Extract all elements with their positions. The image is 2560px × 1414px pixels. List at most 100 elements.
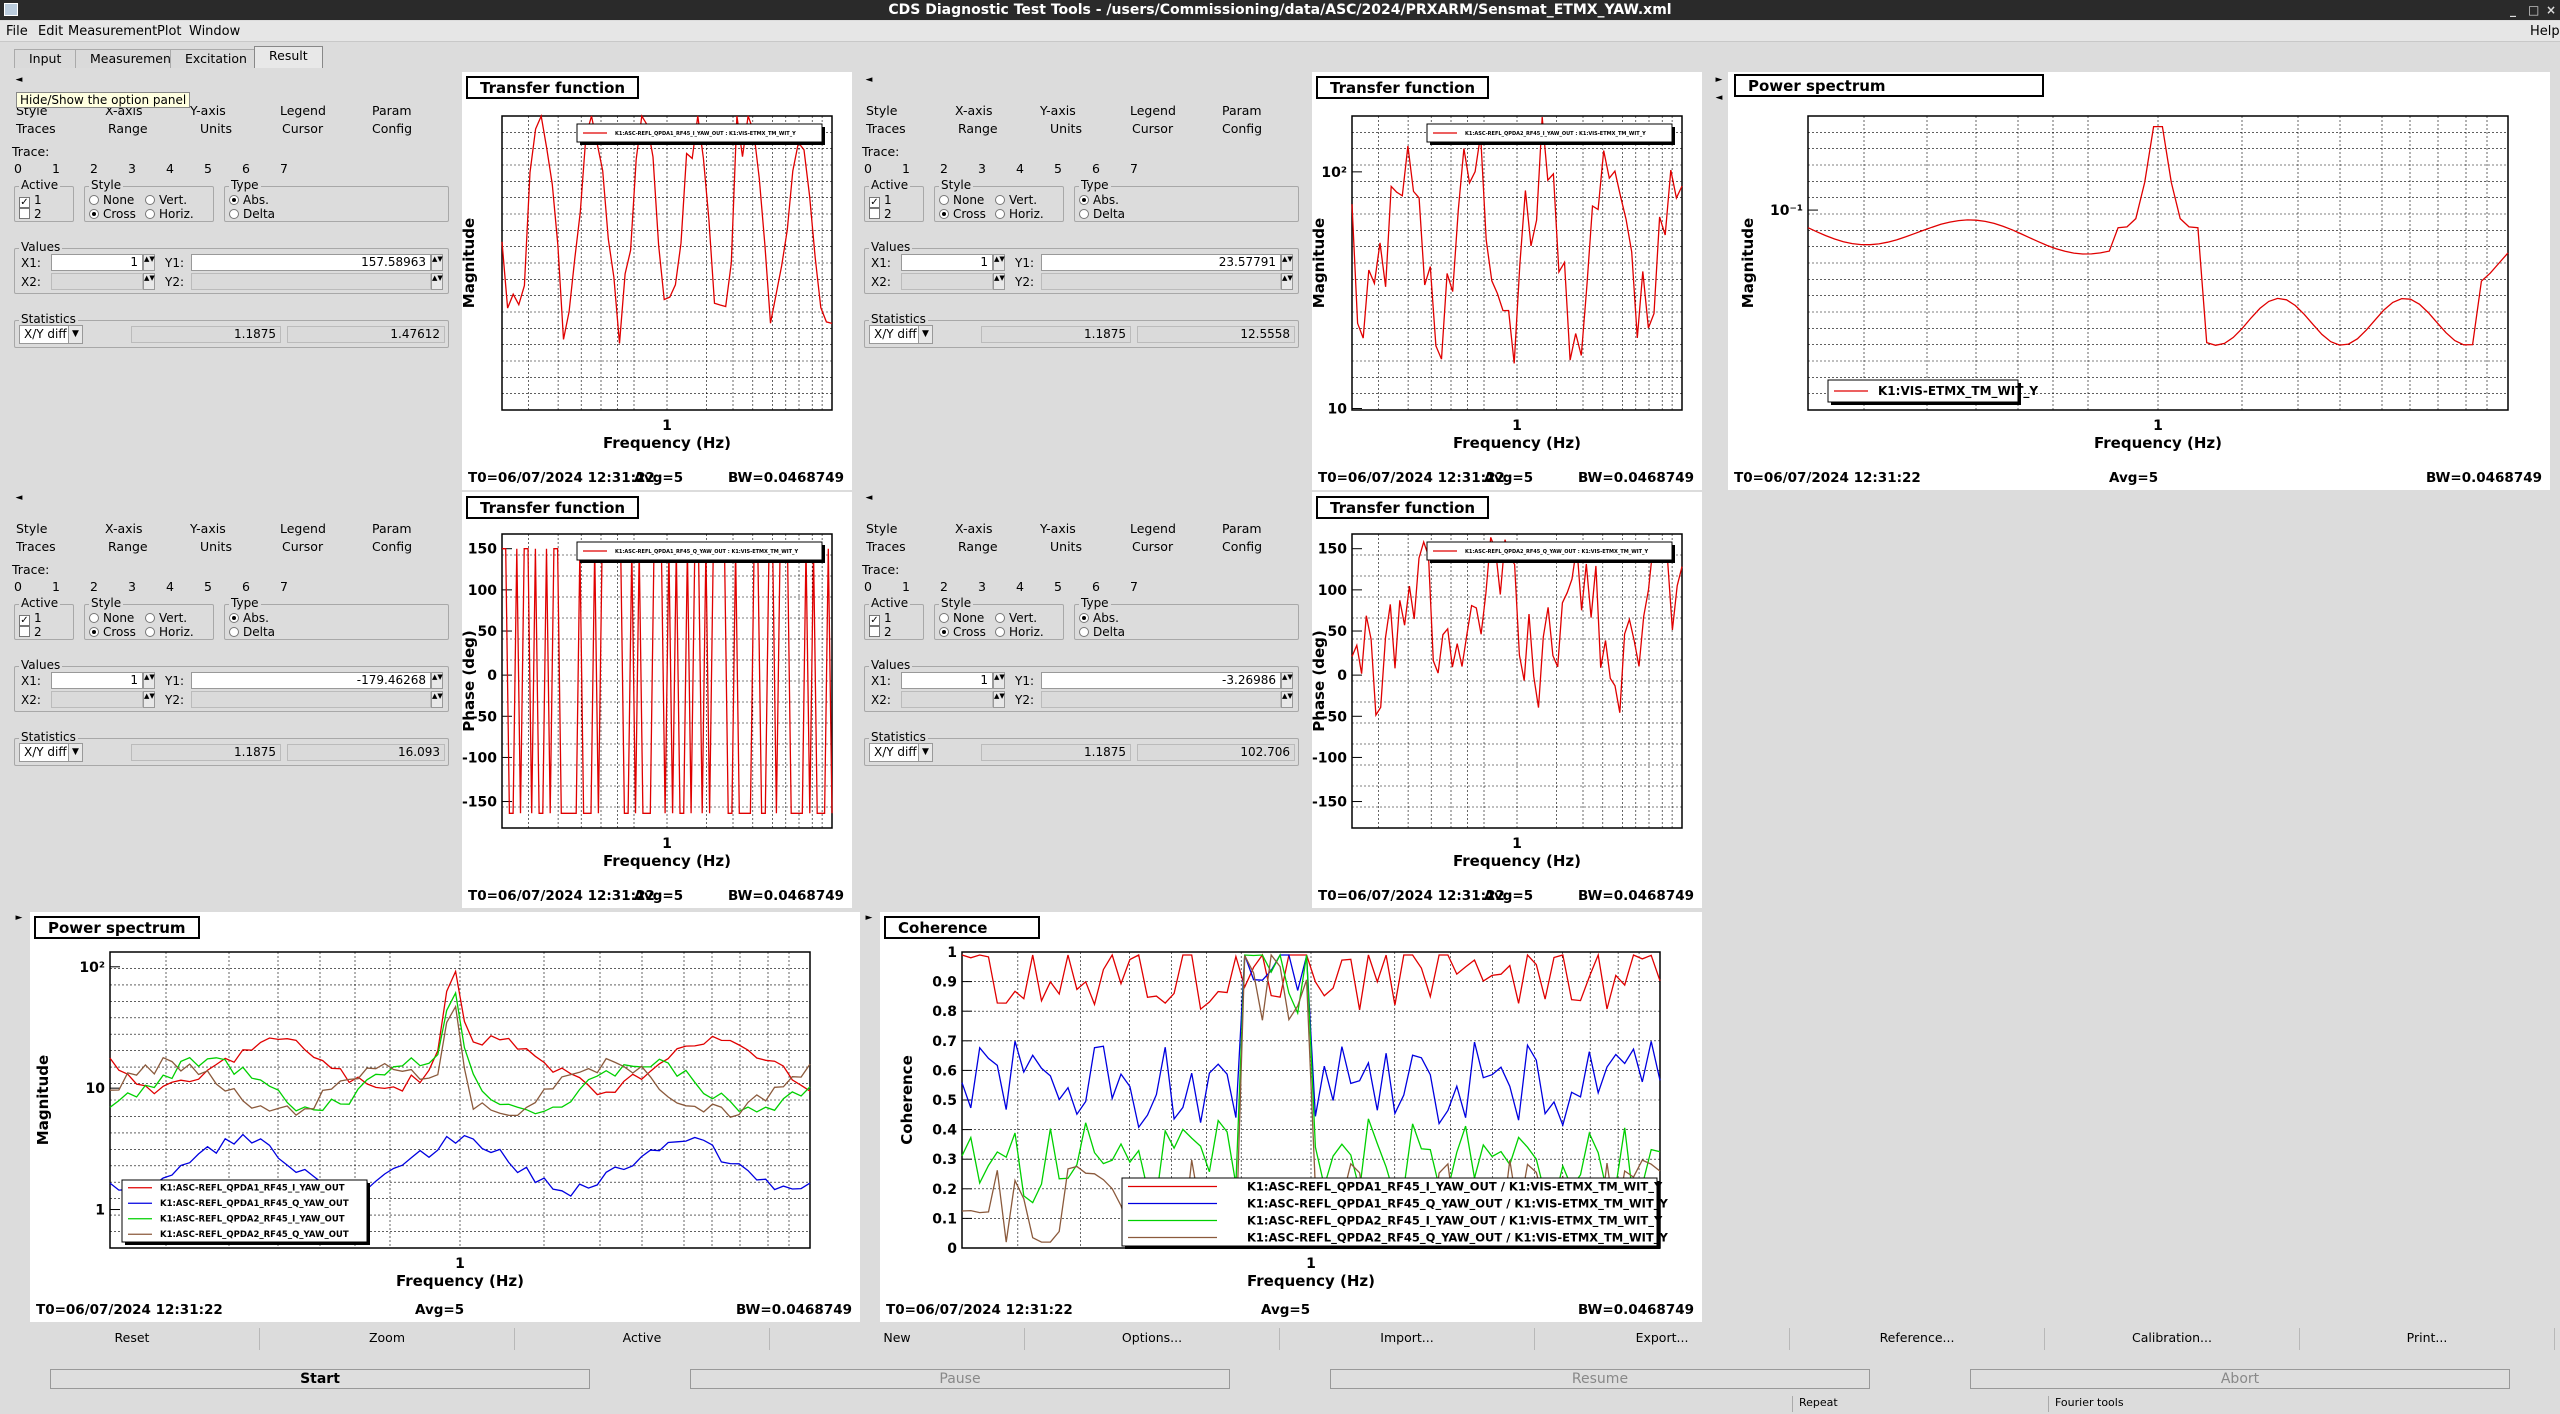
option-tab-range[interactable]: Range [958,539,998,554]
x1-spinner[interactable]: ▲▼ [993,672,1005,689]
statistics-select[interactable]: X/Y diff ▼ [19,743,83,762]
active-trace-2[interactable]: 2 [869,207,892,221]
option-tab-legend[interactable]: Legend [1130,521,1176,536]
trace-tab-2[interactable]: 2 [940,579,948,594]
plot-canvas[interactable]: 1Frequency (Hz) Magnitude 10⁻¹ K1:VIS-ETMX_… [1728,72,2550,490]
export-button[interactable]: Export... [1535,1328,1790,1350]
plot-canvas[interactable]: 1Frequency (Hz) Magnitude K1:ASC-REFL_QPDA… [460,72,852,490]
menu-file[interactable]: File [6,24,28,39]
option-tab-style[interactable]: Style [866,521,897,536]
radio-horiz[interactable] [145,209,155,219]
style-radio-horiz[interactable]: Horiz. [145,207,194,221]
type-radio-delta[interactable]: Delta [1079,625,1125,639]
option-tab-x-axis[interactable]: X-axis [105,521,143,536]
trace-tab-3[interactable]: 3 [978,579,986,594]
option-tab-config[interactable]: Config [372,121,412,136]
radio-none[interactable] [939,613,949,623]
plot-panel-6[interactable]: Power spectrum T0=06/07/2024 12:31:22 Avg=… [30,912,860,1322]
trace-tab-6[interactable]: 6 [1092,161,1100,176]
print-button[interactable]: Print... [2300,1328,2555,1350]
radio-abs[interactable] [1079,613,1089,623]
trace-tab-4[interactable]: 4 [1016,579,1024,594]
option-tab-cursor[interactable]: Cursor [282,539,323,554]
hide-show-arrow-icon[interactable]: ► [1712,74,1726,88]
hide-show-arrow-icon[interactable]: ◄ [12,74,26,88]
trace-tab-2[interactable]: 2 [90,579,98,594]
menu-edit[interactable]: Edit [38,24,63,39]
trace-tab-6[interactable]: 6 [242,161,250,176]
maximize-button[interactable]: □ [2528,0,2539,20]
style-radio-horiz[interactable]: Horiz. [145,625,194,639]
y1-input[interactable]: -3.26986 [1041,672,1281,689]
menu-plot[interactable]: Plot [157,24,182,39]
zoom-button[interactable]: Zoom [260,1328,515,1350]
trace-tab-3[interactable]: 3 [978,161,986,176]
style-radio-none[interactable]: None [939,611,984,625]
trace-tab-5[interactable]: 5 [204,161,212,176]
import-button[interactable]: Import... [1280,1328,1535,1350]
plot-canvas[interactable]: 1Frequency (Hz)Magnitude10²101K1:ASC-REF… [30,912,860,1322]
pause-button[interactable]: Pause [690,1369,1230,1389]
option-tab-param[interactable]: Param [1222,103,1262,118]
trace-tab-6[interactable]: 6 [242,579,250,594]
trace-tab-7[interactable]: 7 [1130,161,1138,176]
radio-abs[interactable] [229,613,239,623]
x1-spinner[interactable]: ▲▼ [143,672,155,689]
style-radio-cross[interactable]: Cross [89,207,136,221]
style-radio-horiz[interactable]: Horiz. [995,625,1044,639]
hide-show-arrow-icon[interactable]: ◄ [1712,92,1726,106]
radio-vert[interactable] [995,195,1005,205]
trace-tab-5[interactable]: 5 [1054,579,1062,594]
radio-delta[interactable] [1079,627,1089,637]
option-tab-legend[interactable]: Legend [1130,103,1176,118]
option-tab-y-axis[interactable]: Y-axis [190,103,226,118]
y1-spinner[interactable]: ▲▼ [431,672,443,689]
option-tab-y-axis[interactable]: Y-axis [1040,521,1076,536]
style-radio-vert[interactable]: Vert. [145,193,187,207]
statistics-select[interactable]: X/Y diff ▼ [19,325,83,344]
active-button[interactable]: Active [515,1328,770,1350]
trace-tab-1[interactable]: 1 [52,579,60,594]
trace-tab-6[interactable]: 6 [1092,579,1100,594]
trace-tab-5[interactable]: 5 [1054,161,1062,176]
style-radio-cross[interactable]: Cross [89,625,136,639]
type-radio-delta[interactable]: Delta [229,207,275,221]
option-tab-traces[interactable]: Traces [16,121,56,136]
plot-panel-4[interactable]: Transfer function T0=06/07/2024 12:31:22 A… [460,492,852,908]
hide-show-arrow-icon[interactable]: ► [862,912,876,926]
option-tab-traces[interactable]: Traces [866,121,906,136]
reset-button[interactable]: Reset [5,1328,260,1350]
trace-tab-2[interactable]: 2 [940,161,948,176]
statistics-select[interactable]: X/Y diff ▼ [869,325,933,344]
y1-spinner[interactable]: ▲▼ [431,254,443,271]
hide-show-arrow-icon[interactable]: ◄ [12,492,26,506]
active-trace-2[interactable]: 2 [19,207,42,221]
radio-delta[interactable] [229,209,239,219]
checkbox-2[interactable] [19,626,30,637]
option-tab-param[interactable]: Param [1222,521,1262,536]
resume-button[interactable]: Resume [1330,1369,1870,1389]
options-button[interactable]: Options... [1025,1328,1280,1350]
style-radio-vert[interactable]: Vert. [995,193,1037,207]
radio-vert[interactable] [995,613,1005,623]
plot-panel-7[interactable]: Coherence T0=06/07/2024 12:31:22 Avg=5 BW=0… [880,912,1702,1322]
radio-cross[interactable] [939,627,949,637]
option-tab-legend[interactable]: Legend [280,521,326,536]
trace-tab-1[interactable]: 1 [902,579,910,594]
trace-tab-4[interactable]: 4 [166,161,174,176]
x1-input[interactable]: 1 [51,672,143,689]
plot-canvas[interactable]: 1Frequency (Hz)Phase (deg)150100500-50-1… [1310,492,1702,908]
trace-tab-1[interactable]: 1 [52,161,60,176]
tab-excitation[interactable]: Excitation [170,49,262,68]
plot-canvas[interactable]: 1Frequency (Hz)Coherence10.90.80.70.60.5… [880,912,1702,1322]
option-tab-style[interactable]: Style [16,521,47,536]
x1-input[interactable]: 1 [901,672,993,689]
menu-window[interactable]: Window [189,24,240,39]
option-tab-units[interactable]: Units [200,121,232,136]
style-radio-none[interactable]: None [89,193,134,207]
type-radio-delta[interactable]: Delta [1079,207,1125,221]
trace-tab-0[interactable]: 0 [14,579,22,594]
trace-tab-0[interactable]: 0 [864,161,872,176]
style-radio-vert[interactable]: Vert. [145,611,187,625]
tab-input[interactable]: Input [14,49,77,68]
